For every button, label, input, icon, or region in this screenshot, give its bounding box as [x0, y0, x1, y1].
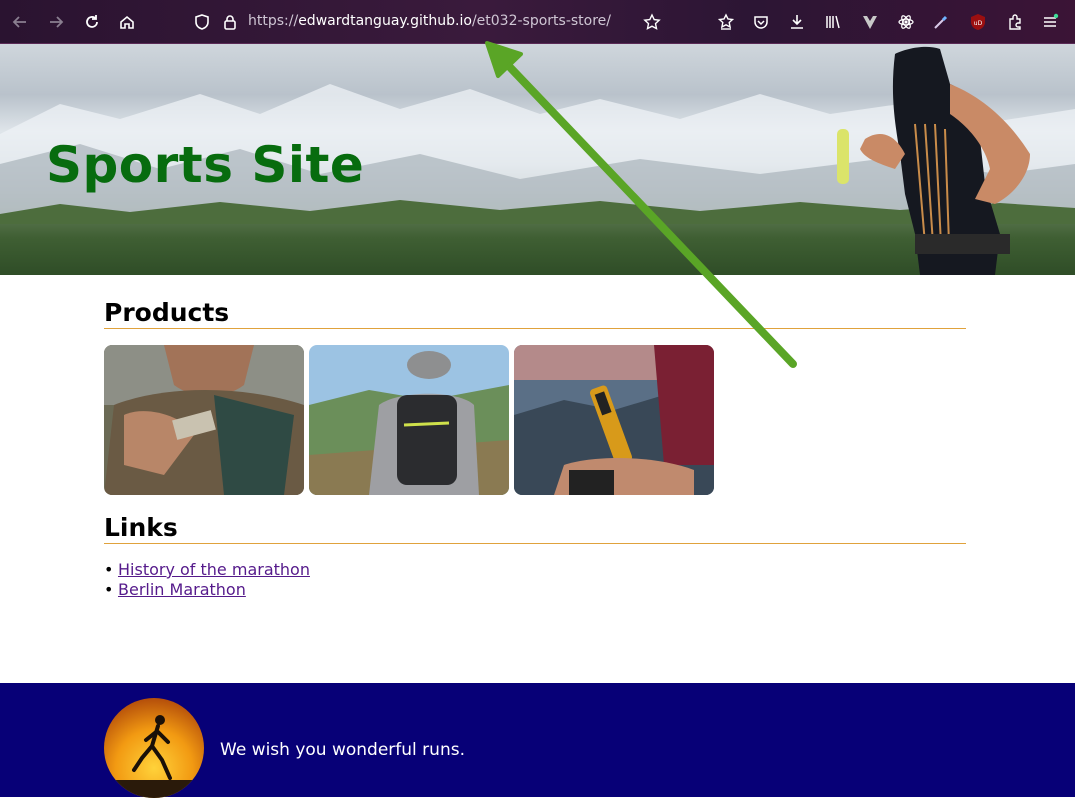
color-picker-icon[interactable]: [927, 8, 955, 36]
list-item: • Berlin Marathon: [104, 580, 310, 600]
link-berlin-marathon[interactable]: Berlin Marathon: [118, 580, 246, 599]
reload-icon[interactable]: [78, 8, 106, 36]
url-domain: edwardtanguay.github.io: [298, 13, 472, 29]
footer: We wish you wonderful runs.: [0, 683, 1075, 798]
back-icon[interactable]: [6, 8, 34, 36]
tracking-shield-icon[interactable]: [188, 8, 216, 36]
runner-silhouette-sunset-image: [104, 698, 204, 798]
url-prefix: https://: [248, 13, 299, 29]
ublock-origin-icon[interactable]: uD: [964, 8, 992, 36]
bullet: •: [104, 580, 114, 599]
links-heading: Links: [104, 513, 966, 544]
hiker-with-hydration-pack-photo: [309, 345, 509, 495]
site-title: Sports Site: [46, 136, 365, 194]
gps-watch-mountains-photo: [514, 345, 714, 495]
react-devtools-icon[interactable]: [892, 8, 920, 36]
vue-devtools-icon[interactable]: [856, 8, 884, 36]
download-icon[interactable]: [783, 8, 811, 36]
links-list: • History of the marathon • Berlin Maratho…: [104, 560, 310, 600]
bookmark-star-icon[interactable]: [638, 8, 666, 36]
svg-text:uD: uD: [974, 20, 983, 27]
address-bar[interactable]: https://edwardtanguay.github.io/et032-sp…: [248, 13, 611, 29]
lock-icon[interactable]: [216, 8, 244, 36]
products-heading: Products: [104, 298, 966, 329]
list-item: • History of the marathon: [104, 560, 310, 580]
runner-photo: [837, 46, 1030, 275]
bullet: •: [104, 560, 114, 579]
link-history-of-the-marathon[interactable]: History of the marathon: [118, 560, 310, 579]
hero-banner: Sports Site: [0, 44, 1075, 275]
app-menu-icon[interactable]: [1036, 8, 1064, 36]
forward-icon[interactable]: [42, 8, 70, 36]
home-icon[interactable]: [113, 8, 141, 36]
product-card[interactable]: [514, 345, 714, 495]
bookmarks-star-list-icon[interactable]: [712, 8, 740, 36]
browser-toolbar: https://edwardtanguay.github.io/et032-sp…: [0, 0, 1075, 44]
runner-eating-gel-photo: [104, 345, 304, 495]
url-path: /et032-sports-store/: [471, 13, 611, 29]
footer-message: We wish you wonderful runs.: [220, 740, 465, 760]
pocket-icon[interactable]: [747, 8, 775, 36]
extensions-puzzle-icon[interactable]: [1001, 8, 1029, 36]
product-card[interactable]: [309, 345, 509, 495]
product-card[interactable]: [104, 345, 304, 495]
library-icon[interactable]: [819, 8, 847, 36]
